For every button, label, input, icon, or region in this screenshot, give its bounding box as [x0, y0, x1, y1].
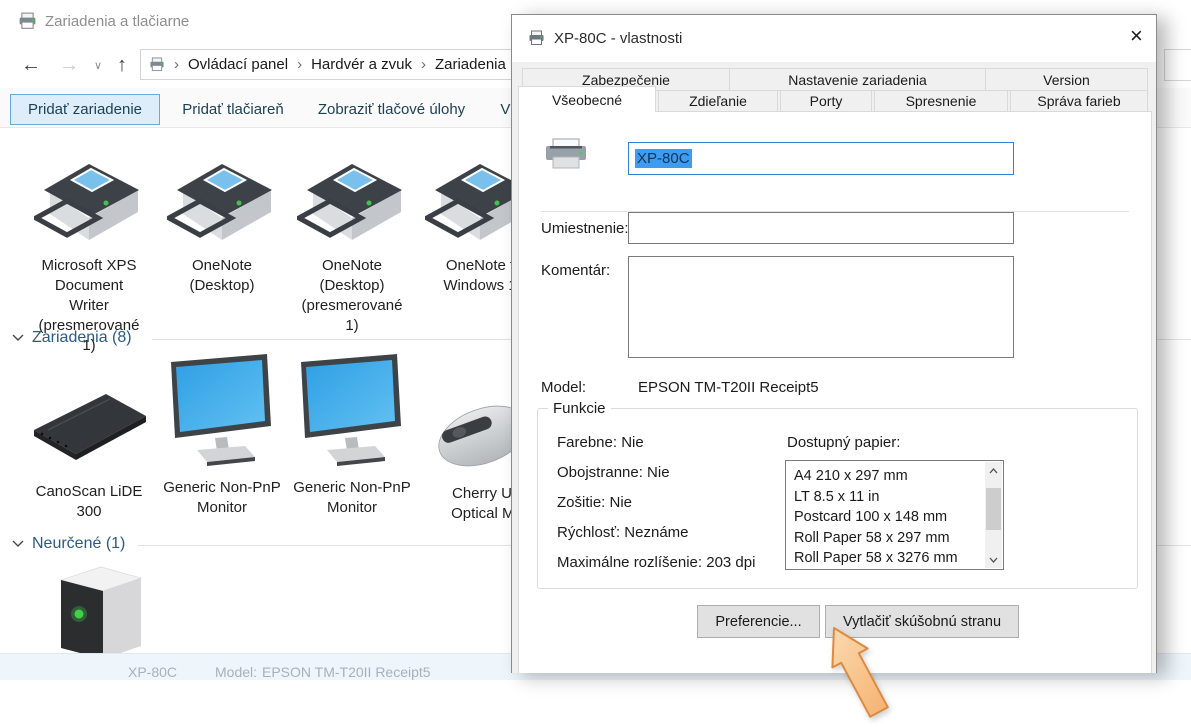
details-model-label: Model: [215, 664, 257, 680]
section-collapse-chevron-icon[interactable] [12, 539, 24, 548]
printer-label: OneNote (Desktop) (presmerované 1) [296, 256, 408, 336]
breadcrumb-separator-icon: › [421, 56, 426, 73]
toolbar-view-print-jobs[interactable]: Zobraziť tlačové úlohy [310, 94, 473, 125]
feature-duplex: Obojstranne: Nie [557, 464, 670, 481]
feature-resolution: Maximálne rozlíšenie: 203 dpi [557, 554, 755, 571]
paper-label: Dostupný papier: [787, 434, 900, 451]
printer-tile-onenote[interactable]: OneNote (Desktop) [166, 158, 278, 296]
comment-label: Komentár: [541, 262, 610, 279]
scroll-up-icon[interactable] [985, 462, 1002, 479]
monitor-icon [159, 352, 285, 468]
paper-item[interactable]: Postcard 100 x 148 mm [786, 507, 985, 528]
printer-tile-onenote-redirected[interactable]: OneNote (Desktop) (presmerované 1) [296, 158, 408, 336]
section-collapse-chevron-icon[interactable] [12, 333, 24, 342]
tab-color-management[interactable]: Správa farieb [1010, 90, 1148, 112]
tab-advanced[interactable]: Spresnenie [874, 90, 1008, 112]
tab-sharing[interactable]: Zdieľanie [658, 90, 778, 112]
printer-tile-xps-writer[interactable]: Microsoft XPS Document Writer (presmerov… [33, 158, 145, 356]
breadcrumb-control-panel[interactable]: Ovládací panel [188, 56, 288, 73]
breadcrumb-devices[interactable]: Zariadenia [435, 56, 506, 73]
toolbar-add-printer[interactable]: Pridať tlačiareň [168, 94, 298, 125]
feature-speed: Rýchlosť: Neznáme [557, 524, 689, 541]
device-tile-monitor-2[interactable]: Generic Non-PnP Monitor [288, 352, 416, 518]
preferences-button[interactable]: Preferencie... [697, 605, 820, 638]
paper-item[interactable]: Roll Paper 58 x 3276 mm [786, 548, 985, 569]
printer-icon [544, 137, 588, 173]
recent-pages-dropdown[interactable]: ∨ [94, 61, 102, 72]
breadcrumb-printer-icon [149, 57, 165, 72]
window-title: Zariadenia a tlačiarne [45, 13, 189, 30]
printer-name-input[interactable]: XP-80C [628, 142, 1014, 175]
scanner-icon [26, 370, 152, 474]
details-device-name: XP-80C [128, 664, 177, 680]
breadcrumb-separator-icon: › [297, 56, 302, 73]
paper-item[interactable]: LT 8.5 x 11 in [786, 487, 985, 508]
location-input[interactable] [628, 212, 1014, 244]
device-tile-monitor-1[interactable]: Generic Non-PnP Monitor [158, 352, 286, 518]
printer-icon [297, 158, 407, 250]
device-label: Generic Non-PnP Monitor [158, 478, 286, 518]
breadcrumb-hardware-sound[interactable]: Hardvér a zvuk [311, 56, 412, 73]
comment-textarea[interactable] [628, 256, 1014, 358]
screenshot-stage: Zariadenia a tlačiarne ← → ∨ ↑ › Ovládac… [0, 0, 1191, 727]
window-printer-icon [18, 12, 37, 30]
details-model-value: EPSON TM-T20II Receipt5 [262, 664, 431, 680]
section-header-unspecified[interactable]: Neurčené (1) [32, 535, 125, 553]
selected-text: XP-80C [635, 149, 692, 168]
paper-listbox[interactable]: A4 210 x 297 mm LT 8.5 x 11 in Postcard … [785, 460, 1004, 570]
breadcrumb-separator-icon: › [174, 56, 179, 73]
up-button[interactable]: ↑ [117, 55, 127, 75]
scroll-down-icon[interactable] [985, 551, 1002, 568]
forward-button[interactable]: → [59, 55, 79, 75]
paper-item[interactable]: A4 210 x 297 mm [786, 466, 985, 487]
close-icon[interactable]: × [1130, 25, 1143, 47]
search-box-fragment[interactable] [1164, 49, 1191, 81]
tab-general[interactable]: Všeobecné [518, 86, 656, 112]
location-label: Umiestnenie: [541, 220, 629, 237]
tab-device-settings[interactable]: Nastavenie zariadenia [729, 68, 986, 91]
back-button[interactable]: ← [21, 55, 41, 75]
paper-scrollbar[interactable] [985, 462, 1002, 568]
device-label: CanoScan LiDE 300 [25, 482, 153, 522]
dialog-title: XP-80C - vlastnosti [554, 30, 682, 47]
tab-version[interactable]: Version [985, 68, 1148, 91]
features-legend: Funkcie [548, 400, 611, 417]
model-value: EPSON TM-T20II Receipt5 [638, 379, 819, 396]
device-label: Generic Non-PnP Monitor [288, 478, 416, 518]
printer-icon [34, 158, 144, 250]
section-header-devices[interactable]: Zariadenia (8) [32, 329, 132, 347]
model-label: Model: [541, 379, 586, 396]
feature-color: Farebne: Nie [557, 434, 644, 451]
dialog-printer-icon [528, 30, 545, 46]
printer-icon [167, 158, 277, 250]
paper-item[interactable]: Roll Paper 58 x 297 mm [786, 528, 985, 549]
annotation-arrow [812, 622, 904, 726]
device-tile-canoscan[interactable]: CanoScan LiDE 300 [25, 370, 153, 522]
toolbar-add-device[interactable]: Pridať zariadenie [10, 94, 160, 125]
monitor-icon [289, 352, 415, 468]
feature-staple: Zošitie: Nie [557, 494, 632, 511]
tab-ports[interactable]: Porty [780, 90, 872, 112]
scrollbar-thumb[interactable] [986, 488, 1001, 530]
printer-properties-dialog: XP-80C - vlastnosti × Zabezpečenie Nasta… [511, 14, 1157, 673]
printer-label: OneNote (Desktop) [166, 256, 278, 296]
